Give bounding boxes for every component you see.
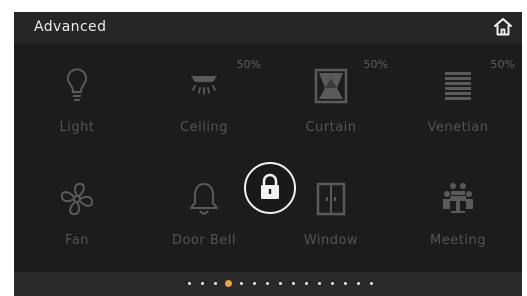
door-bell-icon (190, 183, 218, 215)
page-dot-active[interactable] (225, 280, 232, 287)
tile-label: Ceiling (180, 120, 228, 135)
fan-icon (60, 182, 94, 216)
home-icon (494, 18, 512, 36)
tile-light[interactable]: Light (14, 44, 140, 156)
page-dot[interactable] (240, 282, 243, 285)
tile-label: Meeting (430, 233, 486, 248)
meeting-icon (443, 183, 473, 213)
header-bar: Advanced (14, 12, 522, 42)
page-title: Advanced (34, 19, 107, 35)
page-dot[interactable] (370, 282, 373, 285)
tile-percent: 50% (236, 58, 261, 71)
lock-icon (261, 173, 279, 199)
device-grid: Light 50% Ceiling 50% Curtain 50% Veneti… (14, 44, 522, 272)
tile-curtain[interactable]: 50% Curtain (268, 44, 394, 156)
tile-fan[interactable]: Fan (14, 157, 140, 269)
curtain-icon (314, 68, 348, 104)
tile-label: Window (303, 233, 359, 248)
page-dot[interactable] (188, 282, 191, 285)
control-panel: Advanced Light 50% Ceiling 50% Curtain 5… (14, 12, 522, 296)
tile-label: Curtain (305, 120, 357, 135)
tile-label: Venetian (427, 120, 489, 135)
ceiling-fan-icon (191, 76, 217, 95)
footer-bar (14, 272, 522, 296)
tile-ceiling[interactable]: 50% Ceiling (141, 44, 267, 156)
page-dot[interactable] (344, 282, 347, 285)
page-dot[interactable] (305, 282, 308, 285)
page-indicator[interactable] (174, 279, 384, 289)
tile-percent: 50% (363, 58, 388, 71)
light-bulb-icon (67, 68, 87, 101)
tile-label: Door Bell (171, 233, 237, 248)
page-dot[interactable] (214, 282, 217, 285)
page-dot[interactable] (253, 282, 256, 285)
tile-percent: 50% (490, 58, 515, 71)
page-dot[interactable] (357, 282, 360, 285)
window-icon (316, 182, 346, 216)
page-dot[interactable] (266, 282, 269, 285)
page-dot[interactable] (201, 282, 204, 285)
home-button[interactable] (492, 16, 514, 38)
page-dot[interactable] (292, 282, 295, 285)
page-dot[interactable] (279, 282, 282, 285)
page-dot[interactable] (318, 282, 321, 285)
lock-button[interactable] (244, 162, 296, 214)
tile-label: Fan (65, 233, 89, 248)
venetian-blind-icon (445, 72, 471, 100)
tile-meeting[interactable]: Meeting (395, 157, 521, 269)
tile-label: Light (59, 120, 95, 135)
tile-venetian[interactable]: 50% Venetian (395, 44, 521, 156)
page-dot[interactable] (331, 282, 334, 285)
